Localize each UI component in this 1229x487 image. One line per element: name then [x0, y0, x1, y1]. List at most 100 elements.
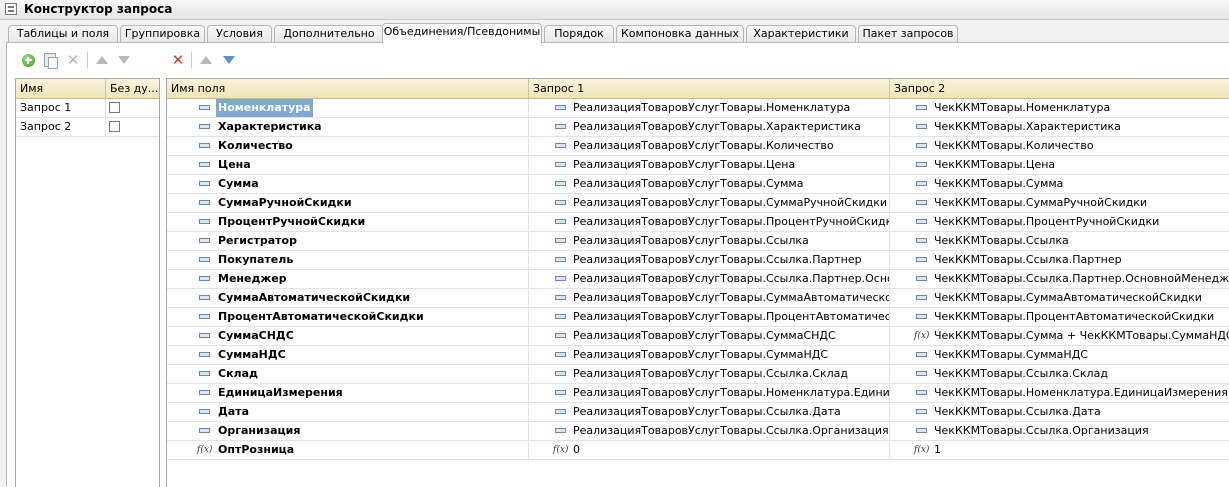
- delete-query-button[interactable]: ✕: [65, 52, 81, 68]
- query-2-expression-cell[interactable]: ЧекККМТовары.СуммаРучнойСкидки: [890, 194, 1229, 212]
- query-1-expression-cell[interactable]: РеализацияТоваровУслугТовары.СуммаАвтома…: [529, 289, 890, 307]
- field-name-cell: Менеджер: [167, 270, 529, 288]
- tab[interactable]: Характеристики: [746, 25, 856, 42]
- field-icon: [199, 257, 210, 262]
- expression-icon: f(x): [914, 331, 930, 341]
- tab[interactable]: Таблицы и поля: [8, 25, 118, 42]
- query-1-expression-cell[interactable]: РеализацияТоваровУслугТовары.Ссылка.Парт…: [529, 251, 890, 269]
- field-row[interactable]: Сумма РеализацияТоваровУслугТовары.Сумма Ч…: [167, 175, 1229, 194]
- no-duplicates-checkbox[interactable]: [109, 102, 120, 113]
- field-icon: [555, 371, 566, 376]
- field-row[interactable]: Менеджер РеализацияТоваровУслугТовары.Ссы…: [167, 270, 1229, 289]
- query-2-expression-cell[interactable]: ЧекККМТовары.Сумма: [890, 175, 1229, 193]
- column-header-field-name[interactable]: Имя поля: [167, 79, 529, 98]
- field-row[interactable]: Покупатель РеализацияТоваровУслугТовары.С…: [167, 251, 1229, 270]
- field-icon: [555, 181, 566, 186]
- tab[interactable]: Группировка: [120, 25, 205, 42]
- no-duplicates-cell: [106, 118, 159, 136]
- field-name-cell: Номенклатура: [167, 99, 529, 117]
- query-2-expression-cell[interactable]: ЧекККМТовары.ПроцентРучнойСкидки: [890, 213, 1229, 231]
- move-field-down-button[interactable]: [221, 52, 237, 68]
- query-1-expression-cell[interactable]: РеализацияТоваровУслугТовары.Номенклатур…: [529, 99, 890, 117]
- query-2-expression-cell[interactable]: ЧекККМТовары.ПроцентАвтоматическойСкидки: [890, 308, 1229, 326]
- column-header-query-1[interactable]: Запрос 1: [529, 79, 890, 98]
- field-row[interactable]: ПроцентАвтоматическойСкидки РеализацияТов…: [167, 308, 1229, 327]
- field-row[interactable]: Склад РеализацияТоваровУслугТовары.Ссылка…: [167, 365, 1229, 384]
- tab[interactable]: Условия: [207, 25, 272, 42]
- field-row[interactable]: ПроцентРучнойСкидки РеализацияТоваровУслу…: [167, 213, 1229, 232]
- field-row[interactable]: СуммаНДС РеализацияТоваровУслугТовары.Сум…: [167, 346, 1229, 365]
- query-2-expression-cell[interactable]: ЧекККМТовары.Количество: [890, 137, 1229, 155]
- query-1-expression-cell[interactable]: РеализацияТоваровУслугТовары.Ссылка.Дата: [529, 403, 890, 421]
- tab[interactable]: Компоновка данных: [616, 25, 744, 42]
- move-field-up-button[interactable]: [198, 52, 214, 68]
- column-header-name[interactable]: Имя: [16, 79, 106, 98]
- query-2-expression-cell[interactable]: ЧекККМТовары.СуммаАвтоматическойСкидки: [890, 289, 1229, 307]
- field-name-cell: ПроцентАвтоматическойСкидки: [167, 308, 529, 326]
- field-row[interactable]: Организация РеализацияТоваровУслугТовары.…: [167, 422, 1229, 441]
- query-1-expression-cell[interactable]: РеализацияТоваровУслугТовары.Ссылка: [529, 232, 890, 250]
- query-1-expression-cell[interactable]: РеализацияТоваровУслугТовары.ПроцентРучн…: [529, 213, 890, 231]
- query-1-expression-cell[interactable]: РеализацияТоваровУслугТовары.Ссылка.Парт…: [529, 270, 890, 288]
- query-1-expression-cell[interactable]: РеализацияТоваровУслугТовары.СуммаСНДС: [529, 327, 890, 345]
- query-2-expression-cell[interactable]: f(x) ЧекККМТовары.Сумма + ЧекККМТовары.Су…: [890, 327, 1229, 345]
- query-1-expression-cell[interactable]: РеализацияТоваровУслугТовары.Номенклатур…: [529, 384, 890, 402]
- field-row[interactable]: ЕдиницаИзмерения РеализацияТоваровУслугТо…: [167, 384, 1229, 403]
- query-1-expression-cell[interactable]: РеализацияТоваровУслугТовары.Характерист…: [529, 118, 890, 136]
- query-1-expression-cell[interactable]: РеализацияТоваровУслугТовары.Ссылка.Орга…: [529, 422, 890, 440]
- query-1-expression: РеализацияТоваровУслугТовары.ПроцентАвто…: [573, 310, 890, 323]
- copy-query-button[interactable]: [42, 52, 58, 69]
- field-icon: [199, 276, 210, 281]
- query-2-expression-cell[interactable]: ЧекККМТовары.СуммаНДС: [890, 346, 1229, 364]
- tab-content-unions-aliases: ✕ ✕ Имя Без ду... Запрос 1 Запрос 2 Имя п…: [6, 43, 1229, 487]
- field-row[interactable]: СуммаСНДС РеализацияТоваровУслугТовары.Су…: [167, 327, 1229, 346]
- field-row[interactable]: Количество РеализацияТоваровУслугТовары.К…: [167, 137, 1229, 156]
- tab[interactable]: Пакет запросов: [858, 25, 958, 42]
- field-icon: [199, 295, 210, 300]
- column-header-no-duplicates[interactable]: Без ду...: [106, 79, 159, 98]
- field-icon: [199, 238, 210, 243]
- query-1-expression-cell[interactable]: f(x) 0: [529, 441, 890, 459]
- query-1-expression-cell[interactable]: РеализацияТоваровУслугТовары.Количество: [529, 137, 890, 155]
- tab[interactable]: Дополнительно: [274, 25, 384, 42]
- field-row[interactable]: Цена РеализацияТоваровУслугТовары.Цена Чек…: [167, 156, 1229, 175]
- field-row[interactable]: СуммаРучнойСкидки РеализацияТоваровУслугТ…: [167, 194, 1229, 213]
- move-query-down-button[interactable]: [116, 52, 132, 68]
- field-row[interactable]: Номенклатура РеализацияТоваровУслугТовары…: [167, 99, 1229, 118]
- delete-field-button[interactable]: ✕: [170, 52, 186, 68]
- query-2-expression-cell[interactable]: ЧекККМТовары.Ссылка: [890, 232, 1229, 250]
- query-1-expression-cell[interactable]: РеализацияТоваровУслугТовары.Сумма: [529, 175, 890, 193]
- query-2-expression-cell[interactable]: ЧекККМТовары.Характеристика: [890, 118, 1229, 136]
- field-row[interactable]: f(x) ОптРозница f(x) 0 f(x) 1: [167, 441, 1229, 460]
- query-1-expression-cell[interactable]: РеализацияТоваровУслугТовары.Цена: [529, 156, 890, 174]
- query-2-expression-cell[interactable]: ЧекККМТовары.Номенклатура: [890, 99, 1229, 117]
- query-1-expression-cell[interactable]: РеализацияТоваровУслугТовары.СуммаРучной…: [529, 194, 890, 212]
- tab[interactable]: Порядок: [544, 25, 614, 42]
- tab[interactable]: Объединения/Псевдонимы: [382, 23, 542, 43]
- field-row[interactable]: Дата РеализацияТоваровУслугТовары.Ссылка.…: [167, 403, 1229, 422]
- query-2-expression-cell[interactable]: f(x) 1: [890, 441, 1229, 459]
- field-row[interactable]: СуммаАвтоматическойСкидки РеализацияТовар…: [167, 289, 1229, 308]
- column-header-query-2[interactable]: Запрос 2: [890, 79, 1229, 98]
- query-row[interactable]: Запрос 1: [16, 99, 159, 118]
- move-down-icon: [223, 56, 235, 64]
- query-1-expression-cell[interactable]: РеализацияТоваровУслугТовары.ПроцентАвто…: [529, 308, 890, 326]
- no-duplicates-checkbox[interactable]: [109, 121, 120, 132]
- query-2-expression-cell[interactable]: ЧекККМТовары.Ссылка.Организация: [890, 422, 1229, 440]
- field-row[interactable]: Характеристика РеализацияТоваровУслугТова…: [167, 118, 1229, 137]
- field-row[interactable]: Регистратор РеализацияТоваровУслугТовары.…: [167, 232, 1229, 251]
- move-query-up-button[interactable]: [94, 52, 110, 68]
- query-2-expression-cell[interactable]: ЧекККМТовары.Ссылка.Дата: [890, 403, 1229, 421]
- query-row[interactable]: Запрос 2: [16, 118, 159, 137]
- query-2-expression-cell[interactable]: ЧекККМТовары.Ссылка.Партнер: [890, 251, 1229, 269]
- query-2-expression-cell[interactable]: ЧекККМТовары.Цена: [890, 156, 1229, 174]
- field-icon: [555, 333, 566, 338]
- add-query-button[interactable]: [20, 52, 36, 68]
- query-1-expression-cell[interactable]: РеализацияТоваровУслугТовары.СуммаНДС: [529, 346, 890, 364]
- query-2-expression-cell[interactable]: ЧекККМТовары.Ссылка.Партнер.ОсновнойМене…: [890, 270, 1229, 288]
- query-1-expression: РеализацияТоваровУслугТовары.СуммаРучной…: [573, 196, 888, 209]
- query-1-expression-cell[interactable]: РеализацияТоваровУслугТовары.Ссылка.Скла…: [529, 365, 890, 383]
- query-2-expression-cell[interactable]: ЧекККМТовары.Ссылка.Склад: [890, 365, 1229, 383]
- delete-icon: ✕: [66, 51, 80, 69]
- query-2-expression-cell[interactable]: ЧекККМТовары.Номенклатура.ЕдиницаИзмерен…: [890, 384, 1229, 402]
